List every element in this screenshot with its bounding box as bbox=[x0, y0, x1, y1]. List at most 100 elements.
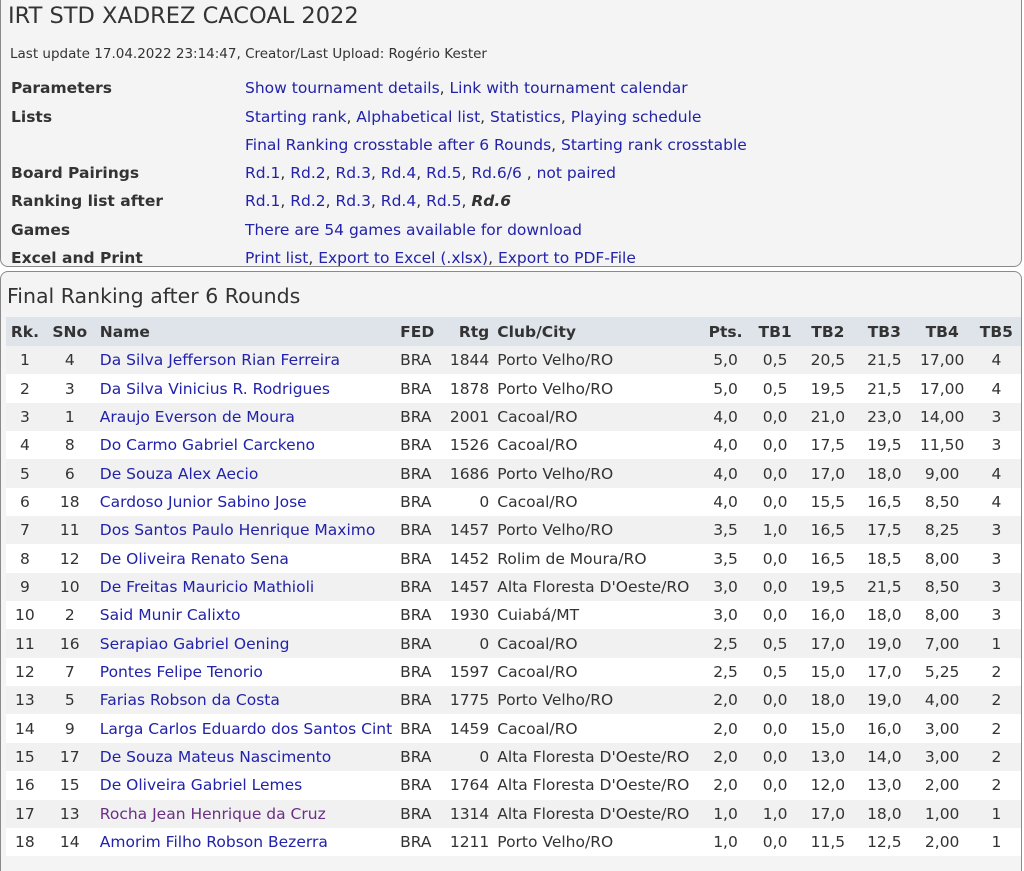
separator: , bbox=[461, 192, 472, 210]
separator: , bbox=[325, 164, 336, 182]
tournament-info-panel: IRT STD XADREZ CACOAL 2022 Last update 1… bbox=[0, 0, 1022, 267]
param-link[interactable]: Rd.4 bbox=[381, 164, 416, 182]
column-header: TB3 bbox=[856, 317, 913, 346]
param-link[interactable]: Print list bbox=[245, 249, 308, 267]
cell-tb4: 4,00 bbox=[912, 686, 972, 715]
player-link[interactable]: Do Carmo Gabriel Carckeno bbox=[100, 436, 315, 454]
param-link[interactable]: Link with tournament calendar bbox=[450, 79, 688, 97]
last-update-text: Last update 17.04.2022 23:14:47, Creator… bbox=[10, 46, 487, 62]
cell-pts: 3,0 bbox=[700, 572, 751, 602]
cell-tb1: 0,0 bbox=[750, 686, 800, 715]
cell-rtg: 1878 bbox=[443, 374, 494, 403]
cell-pts: 2,5 bbox=[700, 657, 751, 687]
player-link[interactable]: De Oliveira Renato Sena bbox=[100, 550, 289, 568]
cell-rk: 12 bbox=[6, 657, 44, 687]
player-link[interactable]: Farias Robson da Costa bbox=[100, 691, 280, 709]
param-link[interactable]: not paired bbox=[537, 164, 616, 182]
separator: , bbox=[461, 164, 472, 182]
param-link[interactable]: Final Ranking crosstable after 6 Rounds bbox=[245, 136, 551, 154]
player-link[interactable]: Da Silva Jefferson Rian Ferreira bbox=[100, 351, 340, 369]
param-link[interactable]: Rd.4 bbox=[381, 192, 416, 210]
cell-tb4: 5,25 bbox=[912, 657, 972, 687]
player-name-cell: Araujo Everson de Moura bbox=[95, 402, 397, 432]
player-link[interactable]: De Souza Alex Aecio bbox=[100, 465, 259, 483]
player-link[interactable]: De Freitas Mauricio Mathioli bbox=[100, 578, 314, 596]
cell-tb4: 14,00 bbox=[912, 402, 972, 432]
separator: , bbox=[346, 108, 357, 126]
player-link[interactable]: Said Munir Calixto bbox=[100, 606, 241, 624]
player-link[interactable]: Amorim Filho Robson Bezerra bbox=[100, 833, 328, 851]
cell-sno: 3 bbox=[43, 374, 96, 403]
player-link[interactable]: Cardoso Junior Sabino Jose bbox=[100, 493, 307, 511]
cell-tb2: 17,0 bbox=[799, 799, 857, 828]
param-link[interactable]: Rd.6/6 bbox=[471, 164, 521, 182]
player-link[interactable]: Araujo Everson de Moura bbox=[100, 408, 295, 426]
cell-tb3: 16,0 bbox=[856, 714, 913, 743]
param-link[interactable]: Rd.5 bbox=[426, 192, 461, 210]
param-link[interactable]: Rd.2 bbox=[290, 164, 325, 182]
table-row: 8 12 De Oliveira Renato Sena BRA 1452 Rolim d… bbox=[6, 544, 1021, 573]
param-link[interactable]: Starting rank crosstable bbox=[561, 136, 747, 154]
param-link[interactable]: Rd.1 bbox=[245, 164, 280, 182]
player-name-cell: Larga Carlos Eduardo dos Santos Cint bbox=[95, 714, 397, 743]
param-label: Games bbox=[11, 221, 71, 239]
column-header: FED bbox=[396, 317, 444, 346]
cell-tb1: 0,0 bbox=[750, 714, 800, 743]
player-link[interactable]: De Oliveira Gabriel Lemes bbox=[100, 776, 302, 794]
cell-club: Cuiabá/MT bbox=[493, 601, 701, 630]
player-link[interactable]: Dos Santos Paulo Henrique Maximo bbox=[100, 521, 376, 539]
param-row: Parameters Show tournament details, Link … bbox=[1, 79, 1001, 105]
player-link[interactable]: Rocha Jean Henrique da Cruz bbox=[100, 805, 326, 823]
cell-club: Alta Floresta D'Oeste/RO bbox=[493, 572, 701, 602]
cell-tb5: 3 bbox=[971, 572, 1021, 602]
param-link[interactable]: There are 54 games available for downloa… bbox=[245, 221, 582, 239]
cell-fed: BRA bbox=[396, 714, 444, 743]
cell-club: Porto Velho/RO bbox=[493, 346, 701, 375]
param-link[interactable]: Rd.3 bbox=[336, 164, 371, 182]
cell-pts: 2,0 bbox=[700, 686, 751, 715]
cell-rk: 6 bbox=[6, 487, 44, 517]
cell-tb5: 4 bbox=[971, 374, 1021, 403]
cell-rk: 8 bbox=[6, 544, 44, 573]
separator: , bbox=[416, 164, 427, 182]
param-link[interactable]: Rd.1 bbox=[245, 192, 280, 210]
cell-tb4: 11,50 bbox=[912, 431, 972, 460]
player-name-cell: De Souza Alex Aecio bbox=[95, 459, 397, 488]
param-link[interactable]: Show tournament details bbox=[245, 79, 440, 97]
cell-tb1: 0,0 bbox=[750, 742, 800, 772]
cell-rtg: 1457 bbox=[443, 572, 494, 602]
player-name-cell: Rocha Jean Henrique da Cruz bbox=[95, 799, 397, 828]
cell-club: Cacoal/RO bbox=[493, 629, 701, 658]
player-link[interactable]: De Souza Mateus Nascimento bbox=[100, 748, 331, 766]
player-name-cell: De Souza Mateus Nascimento bbox=[95, 742, 397, 772]
player-name-cell: Do Carmo Gabriel Carckeno bbox=[95, 431, 397, 460]
cell-sno: 18 bbox=[43, 487, 96, 517]
cell-tb3: 19,5 bbox=[856, 431, 913, 460]
cell-tb1: 0,0 bbox=[750, 544, 800, 573]
param-link[interactable]: Starting rank bbox=[245, 108, 346, 126]
cell-tb1: 0,5 bbox=[750, 346, 800, 375]
param-link[interactable]: Statistics bbox=[490, 108, 561, 126]
param-link[interactable]: Export to PDF-File bbox=[498, 249, 636, 267]
cell-tb4: 2,00 bbox=[912, 771, 972, 800]
param-link[interactable]: Rd.2 bbox=[290, 192, 325, 210]
player-link[interactable]: Serapiao Gabriel Oening bbox=[100, 635, 290, 653]
cell-tb5: 1 bbox=[971, 827, 1021, 857]
param-link[interactable]: Alphabetical list bbox=[356, 108, 480, 126]
cell-club: Porto Velho/RO bbox=[493, 827, 701, 857]
cell-tb5: 3 bbox=[971, 516, 1021, 545]
player-name-cell: Da Silva Vinicius R. Rodrigues bbox=[95, 374, 397, 403]
cell-rk: 16 bbox=[6, 771, 44, 800]
cell-club: Cacoal/RO bbox=[493, 487, 701, 517]
param-link[interactable]: Playing schedule bbox=[571, 108, 702, 126]
player-link[interactable]: Larga Carlos Eduardo dos Santos Cint bbox=[100, 720, 392, 738]
column-header: TB4 bbox=[912, 317, 972, 346]
param-link[interactable]: Export to Excel (.xlsx) bbox=[318, 249, 488, 267]
player-link[interactable]: Pontes Felipe Tenorio bbox=[100, 663, 263, 681]
param-link[interactable]: Rd.3 bbox=[336, 192, 371, 210]
param-link[interactable]: Rd.5 bbox=[426, 164, 461, 182]
player-link[interactable]: Da Silva Vinicius R. Rodrigues bbox=[100, 380, 330, 398]
cell-pts: 5,0 bbox=[700, 346, 751, 375]
cell-rtg: 1211 bbox=[443, 827, 494, 857]
cell-tb4: 3,00 bbox=[912, 714, 972, 743]
